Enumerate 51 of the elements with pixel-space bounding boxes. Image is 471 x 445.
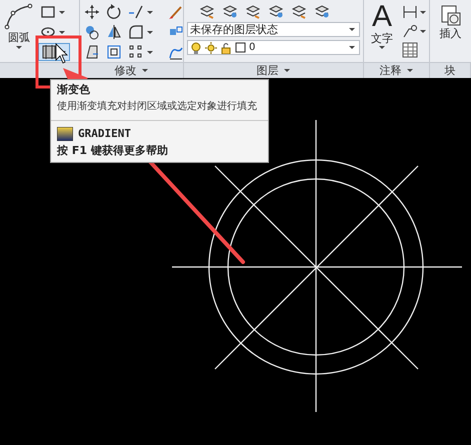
array-icon[interactable] — [128, 44, 144, 60]
arc-tool-label: 圆弧 — [8, 31, 30, 44]
block-insert-icon[interactable] — [438, 3, 462, 27]
copy-icon[interactable] — [84, 24, 100, 40]
stretch-icon[interactable] — [84, 44, 100, 60]
brush-icon[interactable] — [168, 4, 184, 20]
layer-states-icon[interactable] — [222, 3, 238, 19]
table-icon[interactable] — [402, 42, 418, 58]
rectangle-icon[interactable] — [40, 4, 56, 20]
rotate-icon[interactable] — [106, 4, 122, 20]
leader-icon[interactable] — [402, 23, 418, 39]
caret-icon[interactable] — [15, 45, 23, 50]
caret-icon[interactable] — [146, 50, 154, 54]
caret-icon[interactable] — [348, 27, 356, 32]
caret-icon[interactable] — [58, 10, 66, 14]
layer-tag-icon[interactable] — [314, 3, 330, 19]
tooltip-title: 渐变色 — [57, 83, 91, 97]
move-icon[interactable] — [84, 4, 100, 20]
help-hint: 按 F1 键获得更多帮助 — [57, 144, 169, 158]
caret-icon[interactable] — [140, 68, 148, 73]
color-swatch-icon — [235, 42, 246, 53]
caret-icon[interactable] — [348, 45, 356, 50]
caret-icon[interactable] — [406, 68, 414, 73]
caret-icon[interactable] — [419, 10, 427, 14]
hatch-icon[interactable] — [41, 44, 57, 60]
layer-dropdown[interactable]: 0 — [187, 40, 360, 55]
caret-icon[interactable] — [146, 10, 154, 14]
layer-properties-icon[interactable] — [199, 3, 215, 19]
cursor-icon — [56, 43, 68, 64]
gradient-icon — [57, 127, 73, 141]
layer-state-dropdown[interactable]: 未保存的图层状态 — [187, 22, 360, 37]
scale-icon[interactable] — [106, 44, 122, 60]
sun-icon — [205, 42, 217, 54]
layer-settings-icon[interactable] — [291, 3, 307, 19]
caret-icon[interactable] — [419, 28, 427, 34]
text-tool-button[interactable]: A 文字 — [368, 2, 396, 62]
caret-icon[interactable] — [58, 30, 66, 34]
command-name: GRADIENT — [78, 127, 131, 141]
dimension-icon[interactable] — [402, 4, 418, 20]
arc-icon[interactable] — [4, 3, 34, 30]
caret-icon[interactable] — [146, 30, 154, 34]
insert-button[interactable]: 插入 — [438, 3, 462, 40]
caret-icon[interactable] — [378, 45, 386, 50]
lock-icon — [220, 42, 232, 54]
mirror-icon[interactable] — [106, 24, 122, 40]
layer-up-icon[interactable] — [268, 3, 284, 19]
layer-down-icon[interactable] — [245, 3, 261, 19]
caret-icon[interactable] — [282, 68, 290, 73]
bulb-icon — [190, 42, 202, 54]
fillet-icon[interactable] — [128, 24, 144, 40]
tooltip-description: 使用渐变填充对封闭区域或选定对象进行填充 — [57, 100, 258, 114]
